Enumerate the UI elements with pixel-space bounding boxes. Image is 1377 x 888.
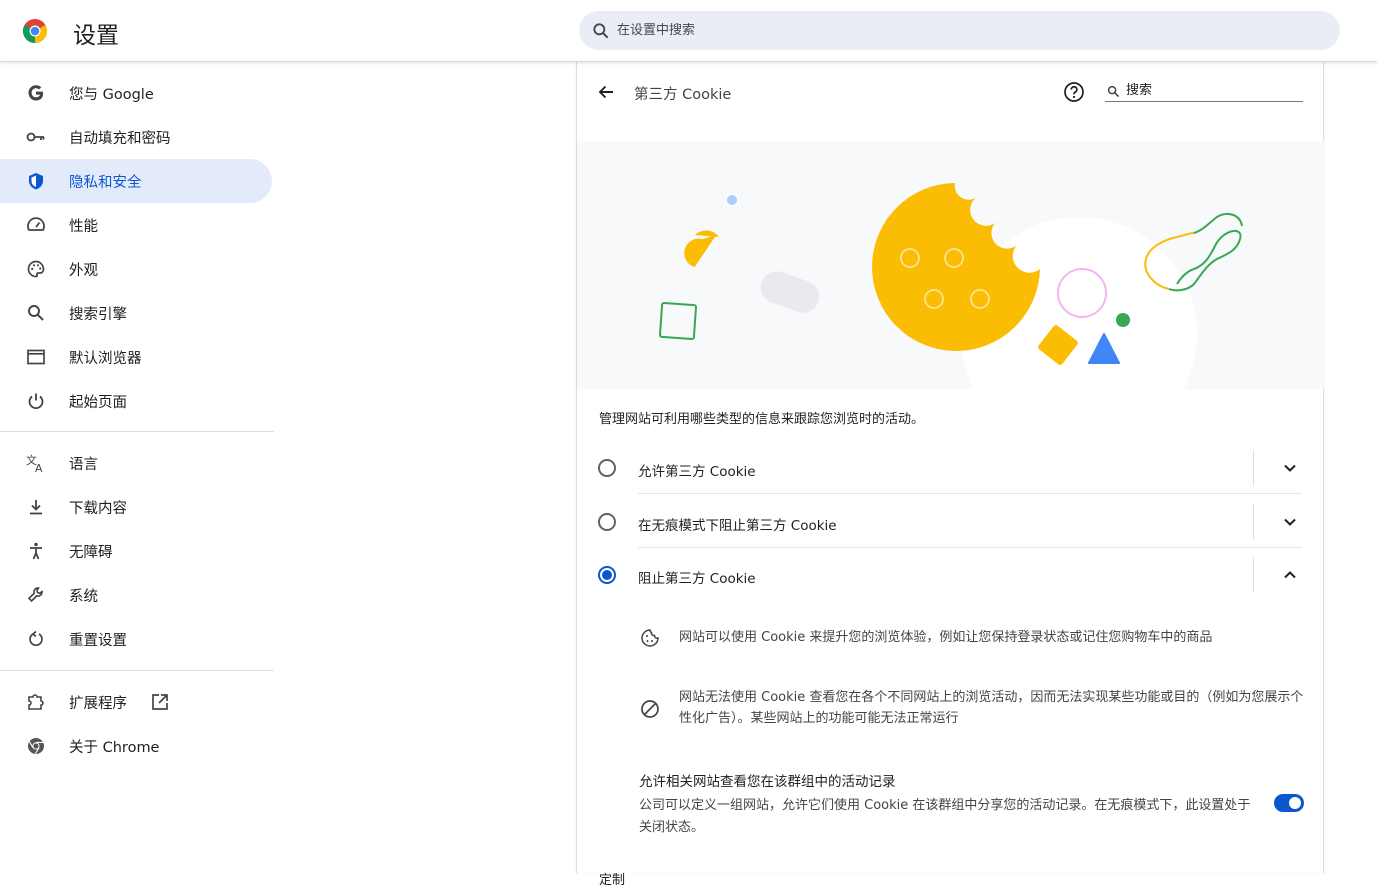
card-header: 第三方 Cookie [577, 62, 1325, 122]
cookie-icon [641, 629, 659, 647]
back-arrow-icon[interactable] [595, 81, 617, 103]
detail-text: 网站无法使用 Cookie 查看您在各个不同网站上的浏览活动，因而无法实现某些功… [679, 690, 1304, 726]
separator [1253, 504, 1254, 540]
row-divider [638, 547, 1302, 548]
sidebar-item-label: 下载内容 [69, 500, 127, 517]
sidebar-item-on-startup[interactable]: 起始页面 [0, 379, 272, 423]
search-icon [25, 302, 47, 324]
svg-text:A: A [35, 462, 43, 474]
top-bar: 设置 [0, 0, 1377, 62]
sidebar-item-autofill[interactable]: 自动填充和密码 [0, 115, 272, 159]
radio-button[interactable] [598, 459, 616, 477]
speedometer-icon [25, 214, 47, 236]
settings-search-bar[interactable] [579, 11, 1340, 50]
sidebar-item-privacy[interactable]: 隐私和安全 [0, 159, 272, 203]
related-sites-description: 公司可以定义一组网站，允许它们使用 Cookie 在该群组中分享您的活动记录。在… [639, 798, 1251, 835]
sidebar-item-reset[interactable]: 重置设置 [0, 617, 272, 661]
detail-text: 网站可以使用 Cookie 来提升您的浏览体验，例如让您保持登录状态或记住您购物… [679, 630, 1213, 645]
option-block-incognito[interactable]: 在无痕模式下阻止第三方 Cookie [577, 496, 1325, 548]
chrome-icon [25, 735, 47, 757]
key-icon [25, 126, 47, 148]
related-sites-title: 允许相关网站查看您在该群组中的活动记录 [639, 774, 896, 790]
reset-icon [25, 628, 47, 650]
sidebar-divider [0, 670, 274, 671]
sidebar-item-label: 自动填充和密码 [69, 130, 171, 147]
sidebar-item-label: 默认浏览器 [69, 350, 142, 367]
sidebar-item-search-engine[interactable]: 搜索引擎 [0, 291, 272, 335]
settings-search-input[interactable] [617, 23, 1217, 38]
cookie-illustration [577, 141, 1325, 389]
page-title: 设置 [73, 23, 119, 49]
sidebar-item-label: 性能 [69, 218, 98, 235]
power-icon [25, 390, 47, 412]
browser-window-icon [25, 346, 47, 368]
sidebar-item-languages[interactable]: 文A 语言 [0, 441, 272, 485]
download-icon [25, 496, 47, 518]
option-label: 允许第三方 Cookie [638, 464, 756, 480]
subpage-search-input[interactable] [1126, 83, 1296, 98]
next-section-label: 定制 [599, 873, 626, 888]
accessibility-icon [25, 540, 47, 562]
sidebar-item-label: 扩展程序 [69, 695, 127, 712]
option-block-third-party[interactable]: 阻止第三方 Cookie [577, 549, 1325, 601]
sidebar-nav: 您与 Google 自动填充和密码 隐私和安全 性能 外观 搜索引擎 默认浏览器… [0, 62, 275, 873]
related-sites-toggle[interactable] [1274, 794, 1304, 812]
palette-icon [25, 258, 47, 280]
third-party-cookies-card: 第三方 Cookie 搜索 管理网站可利用哪些类型的信息来跟踪您浏览时的活动。 … [576, 62, 1325, 888]
sidebar-item-label: 关于 Chrome [69, 739, 160, 756]
sidebar-item-appearance[interactable]: 外观 [0, 247, 272, 291]
sidebar-item-label: 无障碍 [69, 544, 113, 561]
subpage-search[interactable] [1105, 80, 1303, 102]
option-allow-third-party[interactable]: 允许第三方 Cookie [577, 442, 1325, 494]
search-icon [593, 22, 609, 38]
separator [1253, 557, 1254, 593]
sidebar-item-label: 隐私和安全 [69, 174, 142, 191]
external-link-icon [152, 694, 168, 710]
puzzle-icon [25, 691, 47, 713]
chevron-down-icon[interactable] [1280, 512, 1300, 532]
google-g-icon [25, 82, 47, 104]
option-label: 在无痕模式下阻止第三方 Cookie [638, 518, 837, 534]
sidebar-item-label: 您与 Google [69, 86, 154, 103]
sidebar-item-label: 语言 [69, 456, 98, 473]
block-icon [641, 700, 659, 718]
sidebar-item-system[interactable]: 系统 [0, 573, 272, 617]
sidebar-item-default-browser[interactable]: 默认浏览器 [0, 335, 272, 379]
card-title: 第三方 Cookie [634, 87, 732, 103]
option-label: 阻止第三方 Cookie [638, 571, 756, 587]
radio-button[interactable] [598, 513, 616, 531]
sidebar-item-label: 搜索引擎 [69, 306, 127, 323]
sidebar-item-label: 起始页面 [69, 394, 127, 411]
sidebar-item-you-and-google[interactable]: 您与 Google [0, 71, 272, 115]
radio-button-selected[interactable] [598, 566, 616, 584]
sidebar-item-label: 系统 [69, 588, 98, 605]
translate-icon: 文A [25, 452, 47, 474]
help-icon[interactable] [1063, 81, 1085, 103]
sidebar-item-accessibility[interactable]: 无障碍 [0, 529, 272, 573]
sidebar-item-performance[interactable]: 性能 [0, 203, 272, 247]
sidebar-divider [0, 431, 274, 432]
sidebar-item-label: 外观 [69, 262, 98, 279]
search-icon [1107, 85, 1120, 98]
cookie-illustration-art [658, 183, 1243, 389]
row-divider [638, 493, 1302, 494]
chrome-logo-icon [23, 19, 47, 43]
sidebar-item-about-chrome[interactable]: 关于 Chrome [0, 724, 272, 768]
chevron-down-icon[interactable] [1280, 458, 1300, 478]
wrench-icon [25, 584, 47, 606]
shield-icon [25, 170, 47, 192]
sidebar-item-extensions[interactable]: 扩展程序 [0, 680, 272, 724]
section-description: 管理网站可利用哪些类型的信息来跟踪您浏览时的活动。 [599, 412, 925, 427]
related-sites-setting: 允许相关网站查看您在该群组中的活动记录 公司可以定义一组网站，允许它们使用 Co… [639, 773, 1303, 839]
sidebar-item-downloads[interactable]: 下载内容 [0, 485, 272, 529]
separator [1253, 450, 1254, 486]
sidebar-item-label: 重置设置 [69, 632, 127, 649]
chevron-up-icon[interactable] [1280, 565, 1300, 585]
